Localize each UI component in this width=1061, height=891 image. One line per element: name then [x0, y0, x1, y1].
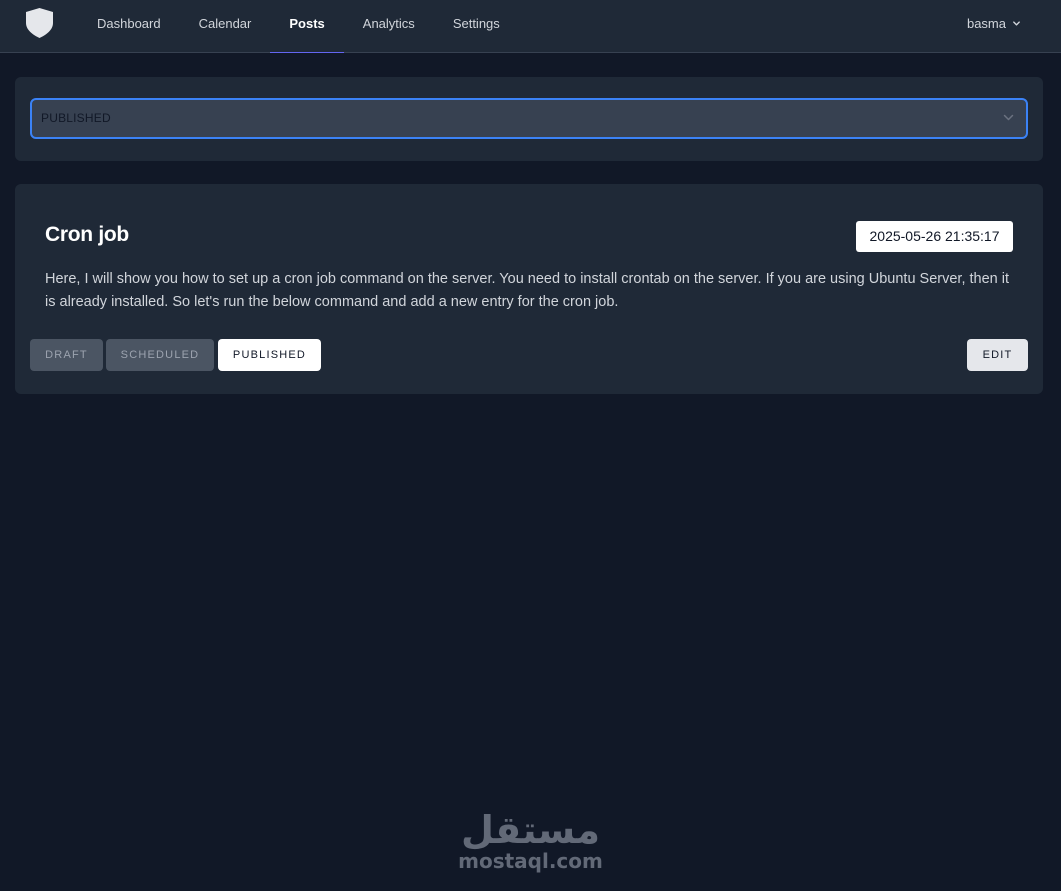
shield-icon[interactable]	[26, 8, 53, 38]
post-title: Cron job	[45, 223, 129, 246]
user-name: basma	[966, 16, 1006, 31]
top-navbar: Dashboard Calendar Posts Analytics Settings …	[0, 0, 1061, 53]
post-body: Here, I will show you how to set up a cr…	[45, 271, 1009, 310]
status-draft-button[interactable]: DRAFT	[30, 339, 103, 371]
nav-item-settings[interactable]: Settings	[434, 0, 519, 53]
status-filter-select[interactable]: PUBLISHED	[30, 98, 1028, 139]
status-published-button[interactable]: PUBLISHED	[218, 339, 321, 371]
nav-item-analytics[interactable]: Analytics	[344, 0, 434, 53]
chevron-down-icon	[1003, 114, 1014, 121]
nav-item-calendar[interactable]: Calendar	[180, 0, 271, 53]
post-card: Cron job 2025-05-26 21:35:17 Here, I wil…	[15, 184, 1043, 394]
watermark-latin: mostaql.com	[458, 849, 603, 873]
status-filter-value: PUBLISHED	[41, 111, 111, 125]
status-scheduled-button[interactable]: SCHEDULED	[106, 339, 214, 371]
chevron-down-icon	[1013, 21, 1020, 26]
watermark-arabic: مستقل	[461, 808, 600, 852]
post-date-badge: 2025-05-26 21:35:17	[856, 221, 1013, 252]
status-filter-card: PUBLISHED	[15, 77, 1043, 161]
user-menu[interactable]: basma	[967, 0, 1021, 47]
nav-item-posts[interactable]: Posts	[270, 0, 344, 53]
edit-button[interactable]: EDIT	[967, 339, 1028, 371]
main-nav: Dashboard Calendar Posts Analytics Settings	[78, 0, 519, 53]
nav-item-dashboard[interactable]: Dashboard	[78, 0, 180, 53]
watermark: مستقل mostaql.com	[0, 810, 1061, 872]
